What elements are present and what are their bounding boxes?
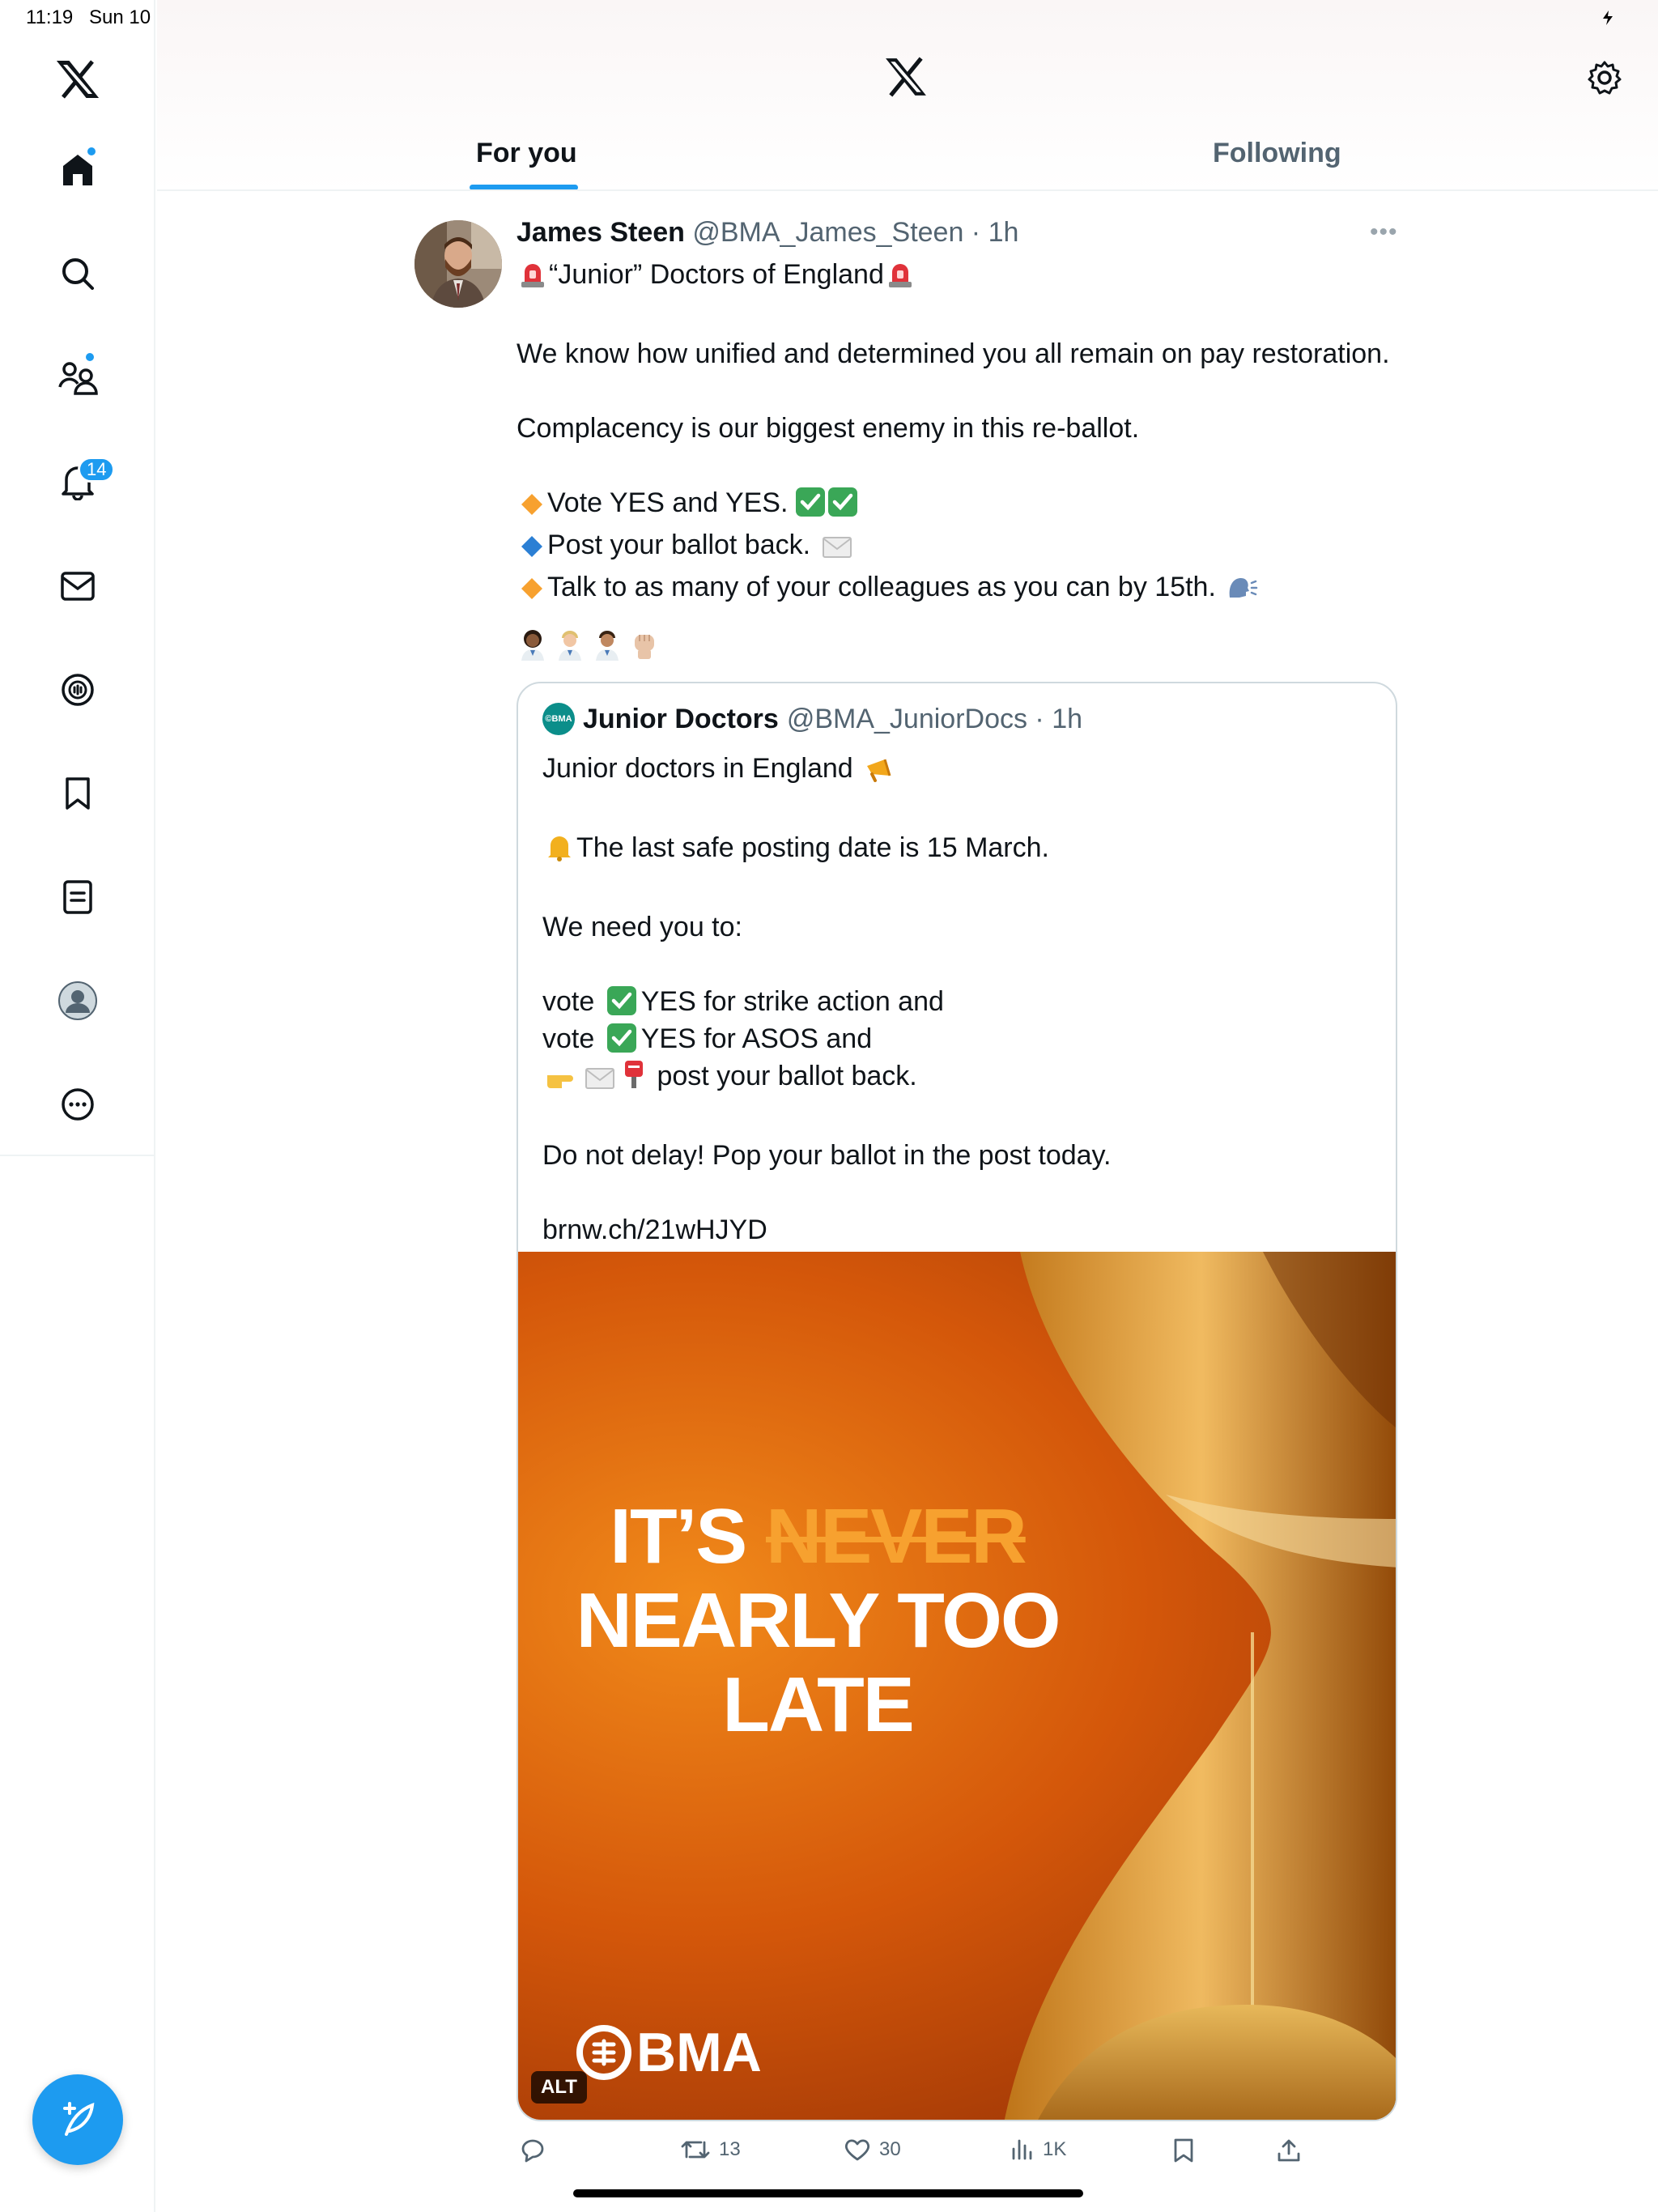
like-count: 30 [879,2138,901,2160]
raised-fist-icon [635,635,654,659]
compose-feather-icon [63,2102,95,2136]
postbox-icon [622,1059,646,1100]
doctor-woman-icon [521,630,544,661]
siren-emoji-icon [887,261,913,298]
quote-vote1-rest: YES for strike action and [640,986,944,1017]
x-logo-icon[interactable] [53,55,102,104]
spaces-icon[interactable] [53,666,102,714]
quoted-tweet-text: Junior doctors in England The last safe … [542,750,1368,1249]
bma-logo-mark-icon [576,2025,631,2080]
mail-icon[interactable] [53,562,102,610]
heart-icon [844,2139,870,2161]
home-icon[interactable] [53,146,102,194]
headline-nearly-too: NEARLY TOO [576,1577,1061,1664]
headline-never: NEVER [765,1493,1027,1580]
quote-line-2: The last safe posting date is 15 March. [576,832,1049,863]
tweet-paragraph-3: Complacency is our biggest enemy in this… [517,413,1140,444]
bma-logo: BMA [576,2021,762,2084]
bookmark-action-icon [1174,2138,1193,2163]
search-icon[interactable] [53,249,102,298]
x-logo-header-icon[interactable] [884,57,928,101]
blue-diamond-icon [520,531,544,568]
author-avatar[interactable] [414,220,502,308]
quote-vote1-prefix: vote [542,986,595,1017]
bookmark-icon[interactable] [53,769,102,818]
orange-diamond-icon [520,573,544,610]
quote-line-3: We need you to: [542,912,742,942]
quote-delay-line: Do not delay! Pop your ballot in the pos… [542,1140,1112,1171]
bma-avatar[interactable]: ©BMA [542,703,575,735]
bma-logo-text: BMA [636,2022,762,2083]
quoted-tweet-image[interactable]: IT’S NEVER NEARLY TOO LATE BMA ALT [518,1252,1396,2120]
share-icon [1278,2139,1300,2162]
reply-button[interactable] [520,2138,546,2163]
views-count: 1K [1043,2138,1067,2160]
notifications-badge: 14 [78,457,116,483]
quote-post-line: post your ballot back. [657,1061,917,1091]
doctor-man-icon [559,631,581,661]
check-box-icon [795,487,825,517]
tweet-text: “Junior” Doctors of England We know how … [517,256,1407,610]
headline-late: LATE [722,1661,915,1748]
quoted-author-name[interactable]: Junior Doctors [583,704,779,735]
communities-unread-dot [84,351,96,363]
tweet-paragraph-2: We know how unified and determined you a… [517,338,1390,369]
tweet-line-1: “Junior” Doctors of England [549,259,884,290]
profile-icon[interactable] [53,976,102,1025]
headline-its: IT’S [610,1493,747,1580]
envelope-icon [585,1062,615,1100]
tweet-bullet-1: Vote YES and YES. [547,487,789,518]
header-divider [157,189,1658,191]
sidebar: 14 [0,0,155,2212]
settings-icon[interactable] [1587,60,1622,100]
retweet-button[interactable]: 13 [680,2138,741,2162]
check-box-icon [827,487,857,517]
check-box-icon [606,986,636,1015]
like-button[interactable]: 30 [844,2138,901,2162]
views-chart-icon [1012,2139,1032,2160]
quoted-author-handle-time[interactable]: @BMA_JuniorDocs · 1h [787,704,1082,735]
retweet-icon [681,2141,710,2159]
tweet-more-icon[interactable]: ••• [1370,219,1398,246]
tweet-header: James Steen @BMA_James_Steen · 1h [517,217,1018,249]
quote-link[interactable]: brnw.ch/21wHJYD [542,1211,1368,1249]
tweet-bullet-3: Talk to as many of your colleagues as yo… [547,572,1216,602]
lists-icon[interactable] [53,873,102,921]
doctor-man-dark-icon [596,631,619,661]
reply-icon [521,2139,544,2163]
alt-badge[interactable]: ALT [531,2071,587,2104]
quoted-tweet-card[interactable]: ©BMA Junior Doctors @BMA_JuniorDocs · 1h… [517,682,1397,2121]
orange-diamond-icon [520,489,544,526]
home-unread-dot [86,146,97,157]
tab-for-you[interactable]: For you [476,138,577,169]
check-box-icon [606,1023,636,1053]
views-button[interactable]: 1K [1010,2138,1066,2162]
quoted-tweet-header: ©BMA Junior Doctors @BMA_JuniorDocs · 1h [542,703,1082,735]
bookmark-button[interactable] [1172,2138,1195,2163]
communities-icon[interactable] [53,351,102,402]
pointing-hand-icon [546,1062,578,1100]
media-headline: IT’S NEVER NEARLY TOO LATE [551,1495,1085,1747]
author-name[interactable]: James Steen [517,217,685,248]
retweet-count: 13 [719,2138,741,2160]
tweet-bullet-2: Post your ballot back. [547,530,811,560]
quote-line-1: Junior doctors in England [542,753,853,784]
bell-emoji-icon [546,832,573,871]
tweet-actions: 13 30 1K [518,2138,1328,2178]
speaking-head-icon [1226,573,1259,610]
quote-vote2-rest: YES for ASOS and [640,1023,873,1054]
compose-button[interactable] [32,2074,123,2165]
quote-vote2-prefix: vote [542,1023,595,1054]
siren-emoji-icon [520,261,546,298]
home-indicator[interactable] [573,2189,1083,2197]
sidebar-divider [0,1155,155,1156]
timeline-header [157,0,1658,191]
author-handle-time[interactable]: @BMA_James_Steen · 1h [692,217,1018,248]
tab-following[interactable]: Following [1213,138,1341,169]
more-icon[interactable] [53,1080,102,1129]
envelope-icon [822,531,852,568]
megaphone-icon [864,755,896,792]
share-button[interactable] [1276,2138,1302,2163]
doctor-emoji-row [518,628,659,661]
